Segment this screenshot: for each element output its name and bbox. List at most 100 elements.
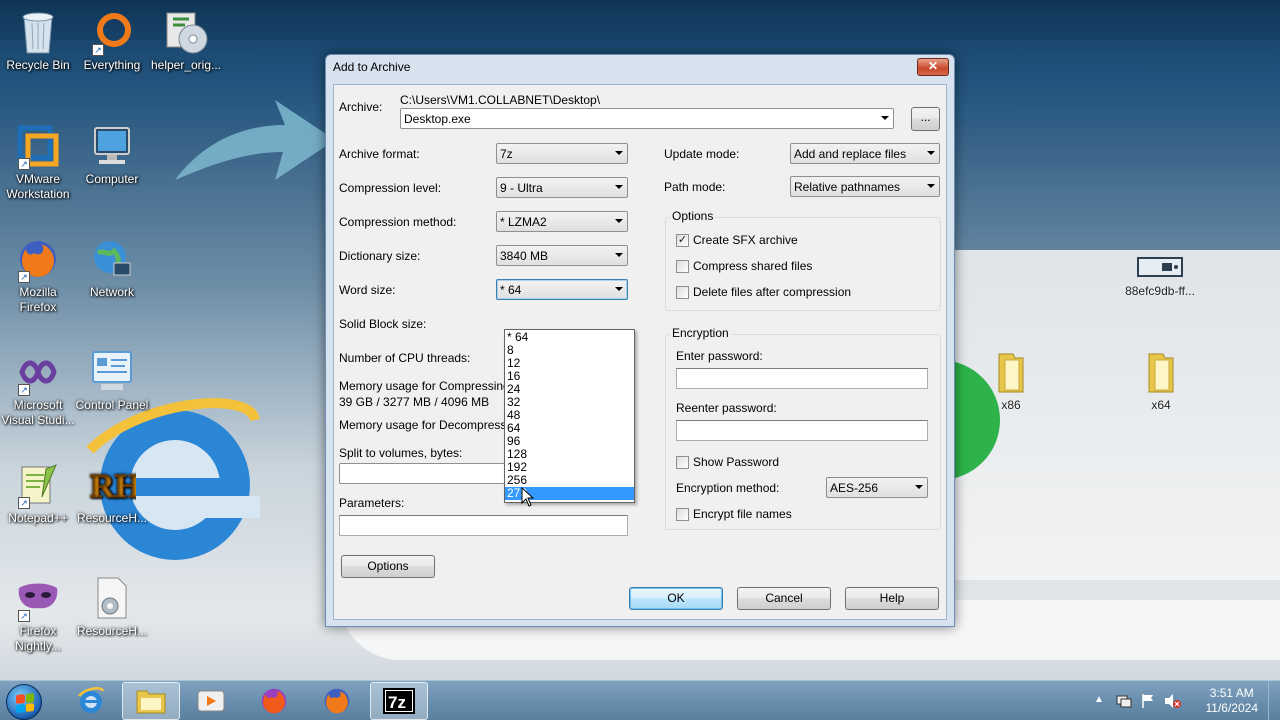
compress-shared-checkbox[interactable]: Compress shared files <box>676 259 812 273</box>
recycle-bin-icon <box>14 8 62 56</box>
desktop-icon-resource-hacker[interactable]: RH ResourceH... <box>74 461 150 526</box>
clock-date: 11/6/2024 <box>1205 701 1259 715</box>
create-sfx-checkbox[interactable]: ✓ Create SFX archive <box>676 233 798 247</box>
path-mode-label: Path mode: <box>664 180 726 194</box>
compression-level-select[interactable]: 9 - Ultra <box>496 177 628 198</box>
cancel-button[interactable]: Cancel <box>737 587 831 610</box>
update-mode-label: Update mode: <box>664 147 740 161</box>
taskbar-clock[interactable]: 3:51 AM 11/6/2024 <box>1206 686 1259 716</box>
desktop-icon-recycle-bin[interactable]: Recycle Bin <box>0 8 76 73</box>
desktop-icon-firefox-nightly[interactable]: ↗ Firefox Nightly... <box>0 574 76 654</box>
desktop-icon-label: helper_orig... <box>150 58 222 72</box>
memory-compress-value: 39 GB / 3277 MB / 4096 MB <box>339 395 490 409</box>
add-to-archive-dialog: Add to Archive ✕ Archive: C:\Users\VM1.C… <box>325 54 955 627</box>
desktop-icon-computer[interactable]: Computer <box>74 122 150 187</box>
shortcut-arrow-icon: ↗ <box>18 158 30 170</box>
dialog-titlebar[interactable]: Add to Archive ✕ <box>326 55 954 81</box>
action-center-flag-icon[interactable] <box>1140 693 1156 709</box>
word-size-option[interactable]: * 64 <box>505 331 634 344</box>
ok-button[interactable]: OK <box>629 587 723 610</box>
volume-muted-icon[interactable] <box>1164 693 1182 709</box>
archive-name-combo[interactable]: Desktop.exe <box>400 108 894 129</box>
chevron-down-icon <box>615 219 623 223</box>
taskbar-internet-explorer[interactable] <box>62 682 120 720</box>
desktop-icon-x64-folder[interactable]: x64 <box>1123 348 1199 413</box>
word-size-option[interactable]: 12 <box>505 357 634 370</box>
memory-compress-label: Memory usage for Compressing: <box>339 379 514 393</box>
media-player-icon <box>197 690 225 712</box>
desktop-icon-resource-hacker-2[interactable]: ResourceH... <box>74 574 150 639</box>
compression-level-label: Compression level: <box>339 181 442 195</box>
delete-after-checkbox[interactable]: Delete files after compression <box>676 285 851 299</box>
delete-after-label: Delete files after compression <box>693 285 852 299</box>
taskbar-firefox[interactable] <box>245 682 303 720</box>
options-button[interactable]: Options <box>341 555 435 578</box>
dictionary-size-value: 3840 MB <box>500 249 549 263</box>
desktop-icon-88efc9db[interactable]: 88efc9db-ff... <box>1122 252 1198 299</box>
word-size-select[interactable]: * 64 <box>496 279 628 300</box>
taskbar-firefox-2[interactable] <box>308 682 366 720</box>
taskbar-file-explorer[interactable] <box>122 682 180 720</box>
show-password-checkbox[interactable]: Show Password <box>676 455 779 469</box>
word-size-option[interactable]: 32 <box>505 396 634 409</box>
vmware-icon: ↗ <box>14 122 62 170</box>
browse-button[interactable]: ... <box>911 107 940 131</box>
word-size-option[interactable]: 24 <box>505 383 634 396</box>
word-size-option[interactable]: 64 <box>505 422 634 435</box>
archive-format-select[interactable]: 7z <box>496 143 628 164</box>
chevron-down-icon <box>927 184 935 188</box>
svg-text:7z: 7z <box>388 693 406 712</box>
desktop-icon-x86-folder[interactable]: x86 <box>973 348 1049 413</box>
taskbar-media-player[interactable] <box>182 682 240 720</box>
desktop-icon-network[interactable]: Network <box>74 235 150 300</box>
word-size-option[interactable]: 8 <box>505 344 634 357</box>
desktop-icon-label: Mozilla Firefox <box>19 285 57 314</box>
shortcut-arrow-icon: ↗ <box>18 610 30 622</box>
desktop-icon-label: Recycle Bin <box>6 58 70 72</box>
wallpaper-arrow-graphic <box>175 100 335 180</box>
compression-method-select[interactable]: * LZMA2 <box>496 211 628 232</box>
show-password-label: Show Password <box>693 455 780 469</box>
desktop-icon-label: ResourceH... <box>76 624 148 638</box>
reenter-password-input[interactable] <box>676 420 928 441</box>
taskbar-7zip[interactable]: 7z <box>370 682 428 720</box>
desktop-icon-mozilla-firefox[interactable]: ↗ Mozilla Firefox <box>0 235 76 315</box>
dictionary-size-select[interactable]: 3840 MB <box>496 245 628 266</box>
options-group-title: Options <box>670 209 716 223</box>
word-size-option[interactable]: 16 <box>505 370 634 383</box>
cpu-threads-label: Number of CPU threads: <box>339 351 471 365</box>
firefox-nightly-mask-icon: ↗ <box>14 574 62 622</box>
word-size-option[interactable]: 48 <box>505 409 634 422</box>
archive-path: C:\Users\VM1.COLLABNET\Desktop\ <box>400 93 601 107</box>
windows-logo-icon <box>16 693 34 713</box>
network-tray-icon[interactable] <box>1116 693 1132 709</box>
memory-decompress-label: Memory usage for Decompressing: <box>339 418 526 432</box>
network-globe-icon <box>88 235 136 283</box>
close-button[interactable]: ✕ <box>917 58 949 76</box>
desktop-icon-vmware[interactable]: ↗ VMware Workstation <box>0 122 76 202</box>
desktop-icon-helper-orig[interactable]: helper_orig... <box>148 8 224 73</box>
desktop-icon-notepad-plus-plus[interactable]: ↗ Notepad++ <box>0 461 76 526</box>
path-mode-value: Relative pathnames <box>794 180 901 194</box>
show-desktop-button[interactable] <box>1268 681 1280 720</box>
clock-time: 3:51 AM <box>1209 686 1254 700</box>
desktop-icon-control-panel[interactable]: Control Panel <box>74 348 150 413</box>
desktop-icon-label: VMware Workstation <box>6 172 70 201</box>
desktop-icon-visual-studio[interactable]: ↗ Microsoft Visual Studi... <box>0 348 76 428</box>
desktop-icon-everything[interactable]: ↗ Everything <box>74 8 150 73</box>
drive-file-icon <box>1136 252 1184 282</box>
dialog-client-area: Archive: C:\Users\VM1.COLLABNET\Desktop\… <box>333 84 947 620</box>
start-button[interactable] <box>6 684 42 720</box>
desktop-icon-label: x86 <box>1001 398 1021 412</box>
help-button[interactable]: Help <box>845 587 939 610</box>
show-hidden-icons-icon[interactable]: ▲ <box>1094 694 1104 705</box>
path-mode-select[interactable]: Relative pathnames <box>790 176 940 197</box>
checkbox-checked-icon: ✓ <box>676 233 689 247</box>
word-size-dropdown-list[interactable]: * 64 8 12 16 24 32 48 64 96 128 192 256 273 <box>504 329 635 503</box>
update-mode-select[interactable]: Add and replace files <box>790 143 940 164</box>
parameters-input[interactable] <box>339 515 628 536</box>
encryption-method-select[interactable]: AES-256 <box>826 477 928 498</box>
enter-password-input[interactable] <box>676 368 928 389</box>
encrypt-file-names-checkbox[interactable]: Encrypt file names <box>676 507 792 521</box>
chevron-down-icon <box>915 485 923 489</box>
